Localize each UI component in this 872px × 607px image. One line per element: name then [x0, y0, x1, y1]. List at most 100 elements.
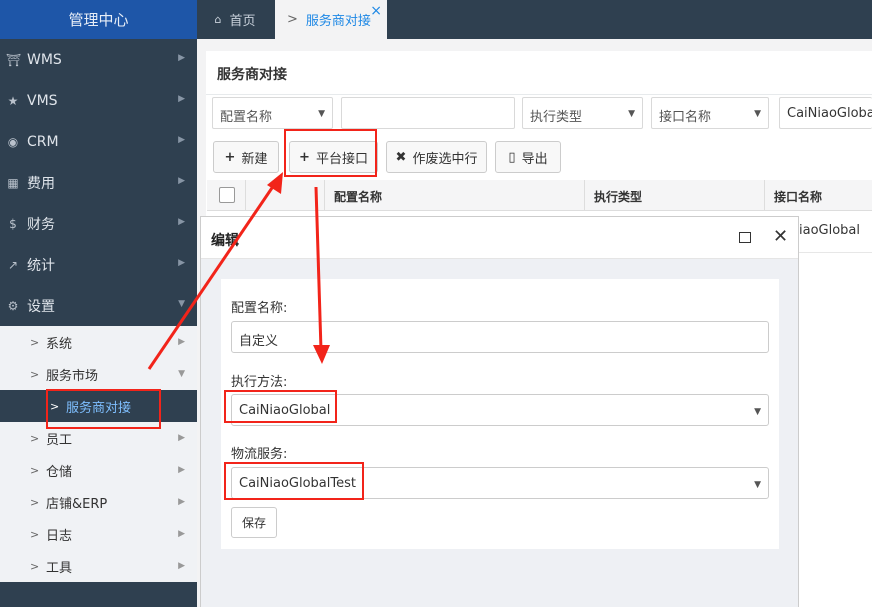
- sidebar: 管理中心 ⛩ WMS ▶ ★ VMS ▶ ◉ CRM ▶ ▦ 费用 ▶ $ 财务…: [0, 0, 197, 607]
- menu-label: 费用: [27, 175, 55, 192]
- submenu-tools[interactable]: > 工具 ▶: [0, 550, 197, 582]
- new-button[interactable]: + 新建: [213, 141, 279, 173]
- menu-label: 设置: [27, 298, 55, 315]
- submenu-label: 系统: [46, 336, 73, 352]
- tab-label: 服务商对接: [305, 14, 371, 29]
- chevron-right-icon: >: [30, 527, 40, 541]
- submenu-label: 服务市场: [46, 368, 99, 384]
- column-separator: [764, 180, 765, 211]
- submenu-system[interactable]: > 系统 ▶: [0, 326, 197, 358]
- select-value: CaiNiaoGlobalT: [787, 106, 872, 121]
- caret-right-icon: ▶: [178, 135, 185, 145]
- highlight-box: [284, 129, 377, 177]
- menu-fees[interactable]: ▦ 费用 ▶: [0, 162, 197, 203]
- caret-down-icon: ▼: [754, 109, 761, 119]
- chevron-right-icon: >: [30, 495, 40, 509]
- interface-value-select[interactable]: CaiNiaoGlobalT: [779, 97, 872, 129]
- caret-right-icon: ▶: [178, 217, 185, 227]
- select-value: 接口名称: [659, 110, 712, 125]
- home-icon: ⌂: [214, 13, 222, 26]
- save-button[interactable]: 保存: [231, 507, 277, 538]
- caret-right-icon: ▶: [178, 258, 185, 268]
- interface-name-select[interactable]: 接口名称 ▼: [651, 97, 769, 129]
- menu-settings[interactable]: ⚙ 设置 ▼: [0, 285, 197, 326]
- highlight-box: [46, 389, 161, 429]
- caret-right-icon: ▶: [178, 465, 185, 475]
- bank-icon: ⛩: [6, 52, 22, 67]
- caret-right-icon: ▶: [178, 497, 185, 507]
- tab-home[interactable]: ⌂ 首页: [197, 0, 273, 39]
- column-header-interface-name[interactable]: 接口名称: [774, 188, 822, 205]
- select-all-checkbox[interactable]: [219, 187, 235, 203]
- caret-right-icon: ▶: [178, 94, 185, 104]
- caret-right-icon: ▶: [178, 433, 185, 443]
- maximize-icon[interactable]: [739, 232, 751, 243]
- chevron-right-icon: >: [287, 12, 298, 27]
- menu-vms[interactable]: ★ VMS ▶: [0, 80, 197, 121]
- table-header: 配置名称 执行类型 接口名称: [207, 180, 872, 211]
- void-selected-button[interactable]: ✖ 作废选中行: [386, 141, 487, 173]
- select-value: 执行类型: [530, 110, 583, 125]
- highlight-box: [224, 462, 364, 500]
- chevron-right-icon: >: [30, 335, 40, 349]
- menu-label: 财务: [27, 216, 55, 233]
- close-icon[interactable]: ✕: [773, 226, 788, 247]
- star-icon: ★: [7, 93, 19, 108]
- table-icon: ▦: [7, 175, 19, 190]
- submenu-logs[interactable]: > 日志 ▶: [0, 518, 197, 550]
- modal-header: 编辑 ✕: [201, 217, 798, 259]
- page-title: 服务商对接: [217, 67, 287, 83]
- select-value: 配置名称: [220, 110, 273, 125]
- caret-down-icon: ▼: [318, 109, 325, 119]
- button-label: 作废选中行: [412, 151, 478, 167]
- keyword-input[interactable]: [341, 97, 515, 129]
- close-icon[interactable]: ×: [370, 3, 382, 19]
- dollar-icon: $: [9, 216, 17, 231]
- submenu-warehouse[interactable]: > 仓储 ▶: [0, 454, 197, 486]
- menu-stats[interactable]: ↗ 统计 ▶: [0, 244, 197, 285]
- menu-wms[interactable]: ⛩ WMS ▶: [0, 39, 197, 80]
- caret-right-icon: ▶: [178, 53, 185, 63]
- submenu-shop-erp[interactable]: > 店铺&ERP ▶: [0, 486, 197, 518]
- caret-down-icon: ▼: [754, 480, 761, 490]
- user-circle-icon: ◉: [7, 134, 19, 149]
- column-separator: [324, 180, 325, 211]
- gear-icon: ⚙: [7, 298, 19, 313]
- menu-finance[interactable]: $ 财务 ▶: [0, 203, 197, 244]
- menu-crm[interactable]: ◉ CRM ▶: [0, 121, 197, 162]
- menu-label: CRM: [27, 133, 59, 150]
- config-name-field[interactable]: 自定义: [231, 321, 769, 353]
- chevron-right-icon: >: [30, 463, 40, 477]
- chevron-right-icon: >: [30, 559, 40, 573]
- modal-title: 编辑: [211, 233, 239, 249]
- exec-type-select[interactable]: 执行类型 ▼: [522, 97, 643, 129]
- table-cell: iaoGlobal: [799, 223, 861, 238]
- settings-submenu: > 系统 ▶ > 服务市场 ▼ > 服务商对接 > 员工 ▶ > 仓储 ▶ > …: [0, 326, 197, 582]
- caret-down-icon: ▼: [754, 407, 761, 417]
- submenu-label: 店铺&ERP: [46, 496, 108, 512]
- caret-right-icon: ▶: [178, 529, 185, 539]
- column-separator: [584, 180, 585, 211]
- export-file-icon: ▯: [508, 149, 516, 165]
- column-header-exec-type[interactable]: 执行类型: [594, 188, 642, 205]
- field-value: 自定义: [239, 334, 279, 349]
- row-divider: [799, 252, 872, 253]
- column-header-config-name[interactable]: 配置名称: [334, 188, 382, 205]
- config-name-select[interactable]: 配置名称 ▼: [212, 97, 333, 129]
- x-icon: ✖: [395, 149, 407, 165]
- export-button[interactable]: ▯ 导出: [495, 141, 561, 173]
- caret-down-icon: ▼: [178, 299, 185, 309]
- caret-right-icon: ▶: [178, 176, 185, 186]
- line-chart-icon: ↗: [7, 257, 19, 272]
- submenu-label: 员工: [46, 432, 73, 448]
- chevron-right-icon: >: [30, 367, 40, 381]
- tab-provider-integration[interactable]: > 服务商对接 ×: [275, 0, 387, 39]
- logistics-service-label: 物流服务:: [231, 447, 288, 462]
- submenu-label: 仓储: [46, 464, 73, 480]
- button-label: 导出: [521, 151, 548, 167]
- caret-right-icon: ▶: [178, 337, 185, 347]
- submenu-label: 日志: [46, 528, 73, 544]
- submenu-service-market[interactable]: > 服务市场 ▼: [0, 358, 197, 390]
- submenu-label: 工具: [46, 560, 73, 576]
- tab-label: 首页: [229, 14, 256, 29]
